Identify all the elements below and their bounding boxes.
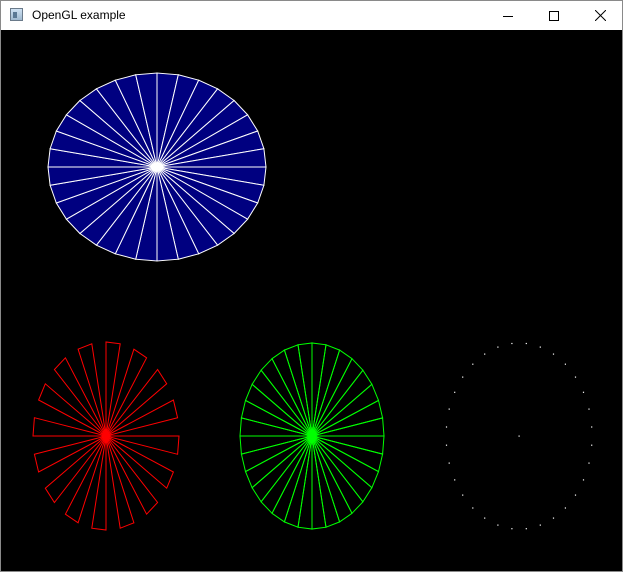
point-dot (582, 479, 585, 481)
point-dot (582, 391, 585, 393)
star-spike (53, 356, 107, 437)
fan-segment (311, 349, 353, 437)
fan-segment (311, 435, 353, 523)
point-dot (462, 494, 464, 496)
fan-segment (311, 383, 380, 437)
white-dotted-circle (445, 342, 593, 530)
fan-segment (311, 435, 380, 489)
minimize-button[interactable] (485, 1, 531, 30)
point-dot (525, 342, 527, 345)
point-dot (484, 353, 486, 355)
fan-segment (271, 435, 313, 523)
close-icon (594, 10, 606, 21)
fan-segment (244, 383, 313, 437)
star-spike (105, 435, 175, 490)
point-dot (497, 346, 499, 348)
point-dot (511, 342, 513, 345)
point-dot (539, 524, 541, 526)
point-dot (484, 517, 486, 519)
point-dot (588, 462, 590, 464)
point-dot (574, 376, 577, 378)
point-dot (445, 444, 448, 446)
fan-segment (244, 435, 313, 489)
point-dot (462, 376, 464, 378)
red-outline-star (32, 341, 180, 531)
green-wire-wheel (239, 342, 385, 530)
opengl-canvas[interactable] (1, 30, 622, 571)
star-spike (105, 435, 159, 516)
point-dot (564, 507, 566, 509)
opengl-scene (32, 72, 593, 531)
point-dot (591, 444, 593, 446)
point-dot (591, 426, 593, 428)
filled-blue-wheel (47, 72, 267, 262)
point-dot (539, 346, 541, 348)
point-dot (472, 507, 474, 509)
maximize-icon (549, 10, 559, 21)
title-bar[interactable]: OpenGL example (1, 1, 622, 30)
app-window-icon[interactable] (10, 8, 23, 21)
app-window: OpenGL example (0, 0, 623, 572)
point-dot (445, 426, 448, 428)
point-dot (448, 408, 450, 410)
close-button[interactable] (577, 1, 623, 30)
point-dot (497, 524, 499, 526)
minimize-icon (503, 15, 513, 17)
point-dot (448, 462, 450, 464)
point-dot (588, 408, 590, 410)
star-spike (64, 435, 107, 524)
star-spike (37, 382, 107, 437)
point-dot (525, 528, 527, 530)
point-dot (552, 517, 555, 519)
maximize-button[interactable] (531, 1, 577, 30)
point-dot (552, 353, 555, 355)
point-dot (574, 494, 577, 496)
point-dot (564, 363, 566, 365)
star-spike (105, 348, 148, 437)
point-dot (511, 528, 513, 530)
point-dot (454, 479, 456, 481)
point-dot (472, 363, 474, 365)
fan-segment (271, 349, 313, 437)
point-dot (454, 391, 456, 393)
window-title: OpenGL example (32, 8, 126, 22)
center-dot (518, 435, 520, 437)
